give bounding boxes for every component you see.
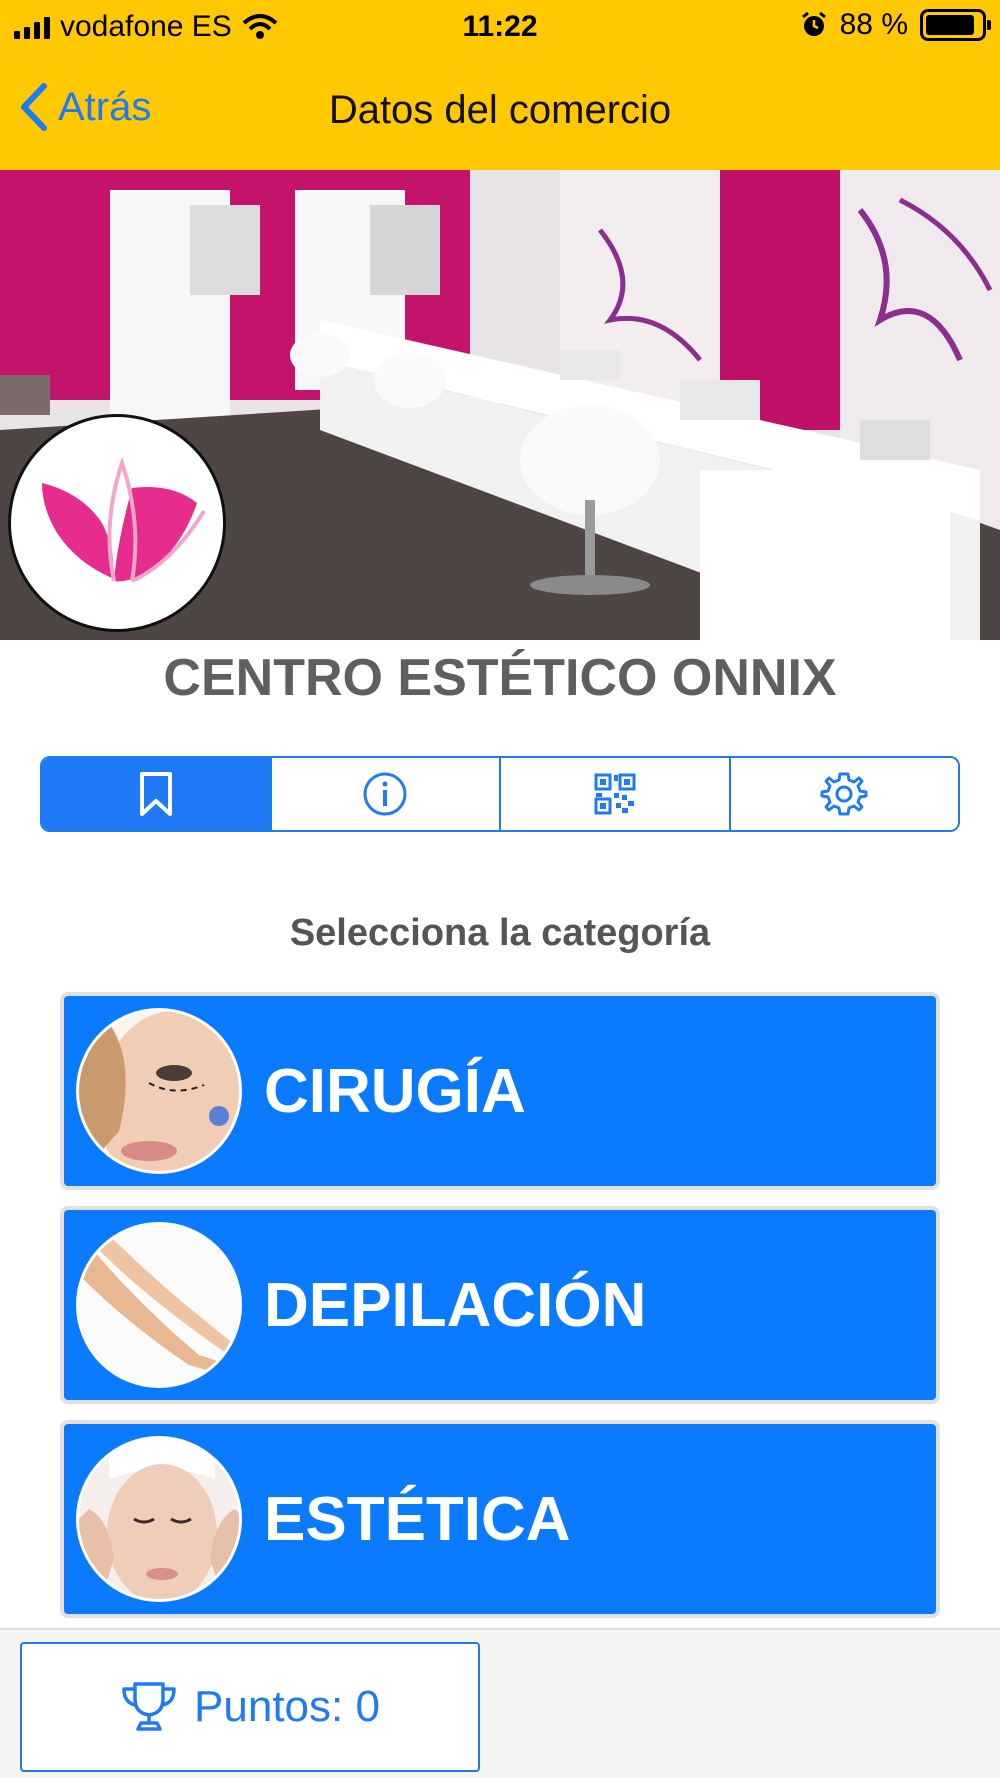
info-icon bbox=[363, 772, 407, 816]
battery-percent: 88 % bbox=[839, 8, 908, 41]
navigation-bar: Atrás Datos del comercio bbox=[0, 60, 1000, 170]
depilacion-thumbnail bbox=[76, 1222, 242, 1388]
alarm-icon bbox=[801, 11, 826, 36]
category-label: CIRUGÍA bbox=[264, 1056, 526, 1126]
tab-offers[interactable] bbox=[42, 758, 270, 830]
gear-icon bbox=[820, 772, 868, 816]
tab-info[interactable] bbox=[269, 758, 499, 830]
top-bar: vodafone ES 11:22 88 % Atrás Datos del c… bbox=[0, 0, 1000, 170]
tab-settings[interactable] bbox=[728, 758, 958, 830]
business-logo bbox=[8, 414, 226, 632]
bookmark-icon bbox=[139, 772, 172, 816]
points-label: Puntos: 0 bbox=[194, 1682, 380, 1731]
category-depilacion-button[interactable]: DEPILACIÓN bbox=[60, 1206, 940, 1404]
trophy-icon bbox=[122, 1682, 176, 1731]
category-cirugia-button[interactable]: CIRUGÍA bbox=[60, 992, 940, 1190]
status-bar: vodafone ES 11:22 88 % bbox=[0, 0, 1000, 56]
business-name: CENTRO ESTÉTICO ONNIX bbox=[163, 649, 837, 707]
category-label: DEPILACIÓN bbox=[264, 1270, 647, 1340]
points-button[interactable]: Puntos: 0 bbox=[20, 1642, 480, 1772]
cirugia-thumbnail bbox=[76, 1008, 242, 1174]
category-label: ESTÉTICA bbox=[264, 1484, 571, 1554]
bottom-bar: Puntos: 0 bbox=[0, 1628, 1000, 1778]
page-title: Datos del comercio bbox=[328, 88, 672, 132]
tab-qr[interactable] bbox=[499, 758, 729, 830]
lotus-logo-icon bbox=[42, 456, 206, 583]
segmented-control bbox=[40, 756, 960, 832]
qr-code-icon bbox=[594, 773, 636, 815]
status-right: 88 % bbox=[800, 8, 991, 42]
category-section-title: Selecciona la categoría bbox=[289, 912, 711, 954]
category-estetica-button[interactable]: ESTÉTICA bbox=[60, 1420, 940, 1618]
estetica-thumbnail bbox=[76, 1436, 242, 1602]
battery-icon bbox=[920, 9, 991, 41]
